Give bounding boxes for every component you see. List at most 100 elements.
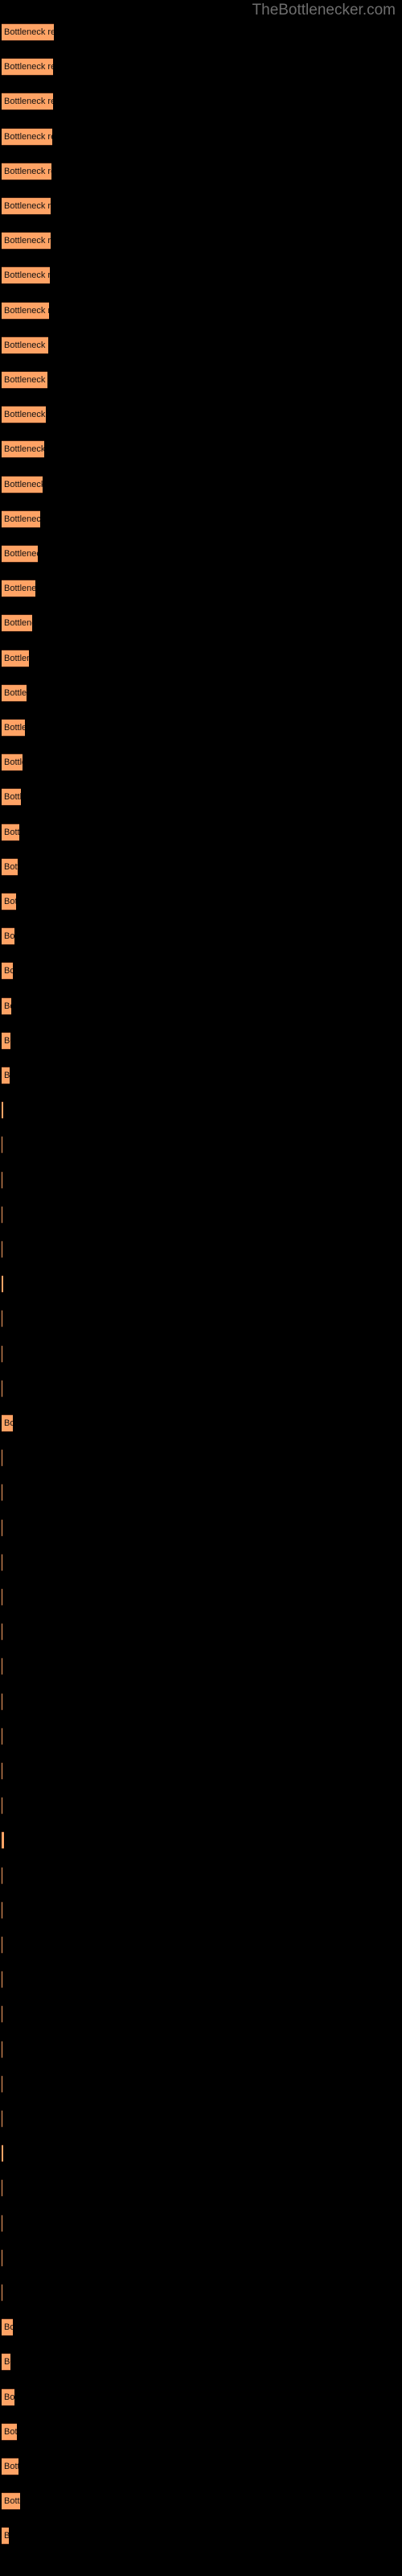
bar-label: Bottleneck result — [4, 514, 40, 524]
bar[interactable]: Bottleneck result — [2, 197, 51, 215]
bar[interactable]: Bottleneck result — [2, 857, 18, 876]
bar-row: Bottleneck result — [0, 2179, 402, 2198]
bar-row: Bottleneck result — [0, 1101, 402, 1120]
bar[interactable]: Bottleneck result — [2, 336, 48, 354]
bar-label: Bottleneck result — [4, 166, 51, 176]
bar[interactable]: Bottleneck result — [2, 823, 19, 841]
bar[interactable]: Bottleneck result — [2, 683, 27, 702]
bar[interactable]: Bottleneck result — [2, 997, 11, 1015]
bar[interactable]: Bottleneck result — [2, 753, 23, 772]
bar[interactable]: Bottleneck result — [2, 2492, 20, 2511]
bar[interactable]: Bottleneck result — [2, 127, 52, 146]
bar-row: Bottleneck result — [0, 2214, 402, 2232]
bar-row: Bottleneck result — [0, 2388, 402, 2406]
bar[interactable]: Bottleneck result — [2, 266, 50, 285]
bar[interactable]: Bottleneck result — [2, 545, 38, 563]
bar-row: Bottleneck result — [0, 197, 402, 215]
bar-row: Bottleneck result — [0, 2527, 402, 2545]
bar[interactable]: Bottleneck result — [2, 93, 53, 111]
bar[interactable]: Bottleneck result — [2, 2388, 14, 2406]
bar[interactable]: Bottleneck result — [2, 962, 13, 980]
bar-label: Bottleneck result — [4, 931, 14, 942]
bar-label: Bottleneck result — [4, 131, 52, 142]
bar-row: Bottleneck result — [0, 1866, 402, 1885]
bar[interactable]: Bottleneck result — [2, 1031, 10, 1050]
bar-label: Bottleneck result — [4, 410, 46, 420]
bar-row: Bottleneck result — [0, 962, 402, 980]
bar-row: Bottleneck result — [0, 1449, 402, 1468]
bar[interactable]: Bottleneck result — [2, 58, 53, 76]
bar[interactable]: Bottleneck result — [2, 1101, 3, 1120]
bar-label: Bottleneck result — [4, 479, 43, 489]
bar-row: Bottleneck result — [0, 1692, 402, 1711]
bar-label: Bottleneck result — [4, 2392, 14, 2402]
bar-row: Bottleneck result — [0, 127, 402, 146]
bar-label: Bottleneck result — [4, 2322, 13, 2333]
bar-row: Bottleneck result — [0, 1971, 402, 1989]
bar-label: Bottleneck result — [4, 1418, 13, 1428]
bar[interactable]: Bottleneck result — [2, 475, 43, 493]
bar-row: Bottleneck result — [0, 823, 402, 841]
bar-label: Bottleneck result — [4, 792, 21, 803]
bar-label: Bottleneck result — [4, 1035, 10, 1046]
bar-label: Bottleneck result — [4, 1071, 10, 1080]
bar[interactable]: Bottleneck result — [2, 406, 46, 424]
bar[interactable]: Bottleneck result — [2, 893, 16, 910]
bar[interactable]: Bottleneck result — [2, 23, 54, 41]
bar-label: Bottleneck result — [4, 340, 48, 350]
bar[interactable]: Bottleneck result — [2, 2458, 18, 2475]
bar-row: Bottleneck result — [0, 1831, 402, 1850]
bar[interactable]: Bottleneck result — [2, 1831, 4, 1850]
bar-row: Bottleneck result — [0, 1275, 402, 1294]
bar-row: Bottleneck result — [0, 232, 402, 250]
bar[interactable]: Bottleneck result — [2, 1414, 13, 1432]
bar-row: Bottleneck result — [0, 162, 402, 180]
bar[interactable]: Bottleneck result — [2, 2145, 3, 2163]
bar[interactable]: Bottleneck result — [2, 614, 32, 633]
bar-row: Bottleneck result — [0, 371, 402, 389]
bar[interactable]: Bottleneck result — [2, 162, 51, 180]
bar-row: Bottleneck result — [0, 1762, 402, 1780]
bar-row: Bottleneck result — [0, 301, 402, 320]
bar-row: Bottleneck result — [0, 1588, 402, 1606]
bar[interactable]: Bottleneck result — [2, 1275, 3, 1294]
bar-label: Bottleneck result — [4, 2426, 17, 2437]
bar[interactable]: Bottleneck result — [2, 1067, 10, 1084]
bar-label: Bottleneck result — [4, 723, 25, 733]
bar[interactable]: Bottleneck result — [2, 2422, 17, 2441]
bar[interactable]: Bottleneck result — [2, 580, 35, 598]
bar-row: Bottleneck result — [0, 1657, 402, 1676]
bar[interactable]: Bottleneck result — [2, 440, 44, 459]
bar[interactable]: Bottleneck result — [2, 927, 14, 946]
bar-label: Bottleneck result — [4, 687, 27, 698]
bar-row: Bottleneck result — [0, 649, 402, 667]
bar[interactable]: Bottleneck result — [2, 788, 21, 807]
bar[interactable]: Bottleneck result — [2, 2318, 13, 2337]
bar-row: Bottleneck result — [0, 2005, 402, 2024]
bar[interactable]: Bottleneck result — [2, 510, 40, 528]
bar-row: Bottleneck result — [0, 2040, 402, 2058]
bar[interactable]: Bottleneck result — [2, 2527, 9, 2545]
bar-row: Bottleneck result — [0, 1553, 402, 1571]
bar-row: Bottleneck result — [0, 1518, 402, 1537]
bar[interactable]: Bottleneck result — [2, 232, 51, 250]
bar-label: Bottleneck result — [4, 584, 35, 594]
bar[interactable]: Bottleneck result — [2, 301, 49, 320]
bar-row: Bottleneck result — [0, 336, 402, 354]
bar-row: Bottleneck result — [0, 1241, 402, 1258]
bar-row: Bottleneck result — [0, 1031, 402, 1050]
bar-row: Bottleneck result — [0, 2318, 402, 2337]
bar[interactable]: Bottleneck result — [2, 649, 29, 667]
bar-row: Bottleneck result — [0, 2145, 402, 2163]
bar-row: Bottleneck result — [0, 1379, 402, 1397]
bar-row: Bottleneck result — [0, 719, 402, 737]
bar-label: Bottleneck result — [4, 2496, 20, 2507]
bar-label: Bottleneck result — [4, 827, 19, 837]
bar[interactable]: Bottleneck result — [2, 371, 47, 389]
bar[interactable]: Bottleneck result — [2, 719, 25, 737]
bar-row: Bottleneck result — [0, 1136, 402, 1154]
bar-row: Bottleneck result — [0, 23, 402, 41]
bar[interactable]: Bottleneck result — [2, 2353, 10, 2372]
bar-row: Bottleneck result — [0, 1310, 402, 1328]
bar-row: Bottleneck result — [0, 614, 402, 633]
